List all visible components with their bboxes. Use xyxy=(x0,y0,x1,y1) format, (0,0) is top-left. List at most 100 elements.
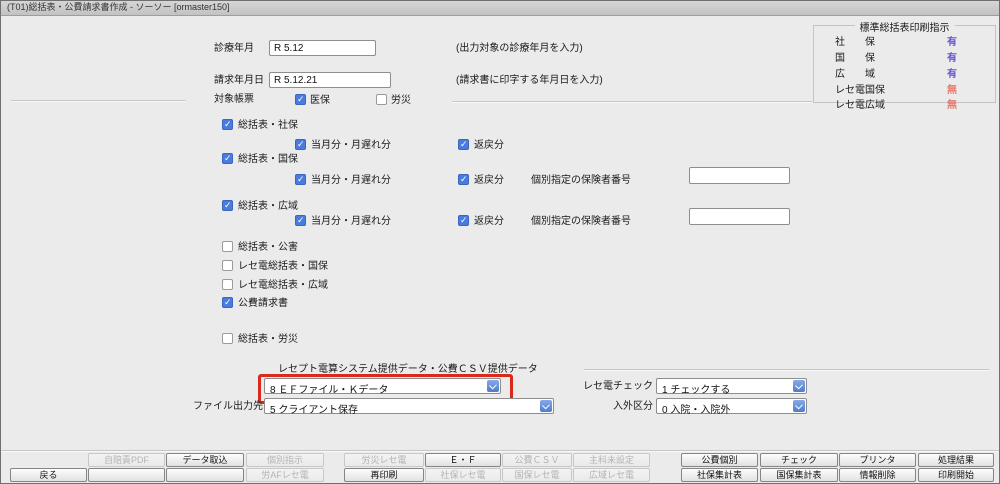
blank-button-1[interactable] xyxy=(88,468,165,482)
receden-check-select[interactable]: 1 チェックする xyxy=(656,378,807,396)
standard-print-directive-box: 標準総括表印刷指示 社 保 有 国 保 有 広 域 有 レセ電国保 無 レセ電広… xyxy=(813,19,996,111)
iho-checkbox-label: 医保 xyxy=(310,95,330,106)
kokuho-return-label: 返戻分 xyxy=(474,175,504,186)
summary-shaho-checkbox[interactable] xyxy=(222,119,233,130)
chevron-down-icon[interactable] xyxy=(793,400,805,412)
rosai-receden-button: 労災レセ電 xyxy=(344,453,424,467)
auto-liability-pdf-button: 自賠責PDF xyxy=(88,453,165,467)
separator-line xyxy=(11,100,186,101)
separator-line xyxy=(452,101,812,102)
summary-kokuho-checkbox[interactable] xyxy=(222,153,233,164)
check-button[interactable]: チェック xyxy=(760,453,838,467)
directive-value-receden-kouiki: 無 xyxy=(947,100,957,111)
info-delete-button[interactable]: 情報削除 xyxy=(839,468,916,482)
directive-label-kokuho: 国 保 xyxy=(835,53,875,64)
chevron-down-icon[interactable] xyxy=(487,380,499,392)
kouiki-monthly-checkbox[interactable] xyxy=(295,215,306,226)
chevron-down-icon[interactable] xyxy=(793,380,805,392)
kouiki-insurer-number-label: 個別指定の保険者番号 xyxy=(531,216,631,227)
kokuho-receden-button: 国保レセ電 xyxy=(502,468,572,482)
summary-kogai-label: 総括表・公害 xyxy=(238,242,298,253)
shaho-summary-table-button[interactable]: 社保集計表 xyxy=(681,468,758,482)
target-forms-label: 対象帳票 xyxy=(214,94,254,105)
kouiki-receden-button: 広域レセ電 xyxy=(573,468,650,482)
kohi-csv-button: 公費ＣＳＶ xyxy=(502,453,572,467)
separator-line xyxy=(1,450,999,451)
data-import-button[interactable]: データ取込 xyxy=(166,453,244,467)
provide-data-select[interactable]: 8 ＥＦファイル・Ｋデータ xyxy=(264,378,501,396)
directive-label-receden-kouiki: レセ電広域 xyxy=(835,100,885,111)
process-result-button[interactable]: 処理結果 xyxy=(918,453,994,467)
summary-kouiki-checkbox[interactable] xyxy=(222,200,233,211)
iho-checkbox[interactable] xyxy=(295,94,306,105)
kokuho-insurer-number-input[interactable] xyxy=(689,167,790,184)
kokuho-summary-table-button[interactable]: 国保集計表 xyxy=(760,468,838,482)
shaho-return-label: 返戻分 xyxy=(474,140,504,151)
output-destination-label: ファイル出力先 xyxy=(193,401,263,412)
kouiki-monthly-label: 当月分・月遅れ分 xyxy=(311,216,391,227)
treatment-month-input[interactable] xyxy=(269,40,376,56)
inout-division-label: 入外区分 xyxy=(613,401,653,412)
directive-label-kouiki: 広 域 xyxy=(835,69,875,80)
receden-summary-kokuho-checkbox[interactable] xyxy=(222,260,233,271)
directive-label-receden-kokuho: レセ電国保 xyxy=(835,85,885,96)
summary-kokuho-label: 総括表・国保 xyxy=(238,154,298,165)
treatment-month-hint: (出力対象の診療年月を入力) xyxy=(456,43,583,54)
shaho-receden-button: 社保レセ電 xyxy=(425,468,501,482)
output-destination-select[interactable]: 5 クライアント保存 xyxy=(264,398,554,416)
ef-button[interactable]: Ｅ・Ｆ xyxy=(425,453,501,467)
kohi-invoice-label: 公費請求書 xyxy=(238,298,288,309)
provide-data-value: 8 ＥＦファイル・Ｋデータ xyxy=(270,385,389,396)
receden-summary-kouiki-label: レセ電総括表・広域 xyxy=(238,280,328,291)
print-directive-legend: 標準総括表印刷指示 xyxy=(854,19,955,34)
summary-rosai-checkbox[interactable] xyxy=(222,333,233,344)
kokuho-return-checkbox[interactable] xyxy=(458,174,469,185)
directive-value-kokuho: 有 xyxy=(947,53,957,64)
kokuho-monthly-checkbox[interactable] xyxy=(295,174,306,185)
inout-division-value: 0 入院・入院外 xyxy=(662,405,731,416)
window-title-bar: (T01)総括表・公費請求書作成 - ソーソー [ormaster150] xyxy=(1,1,999,16)
directive-label-shaho: 社 保 xyxy=(835,37,875,48)
rosai-af-receden-button: 労AFレセ電 xyxy=(246,468,324,482)
summary-kogai-checkbox[interactable] xyxy=(222,241,233,252)
billing-date-label: 請求年月日 xyxy=(214,75,264,86)
kokuho-monthly-label: 当月分・月遅れ分 xyxy=(311,175,391,186)
printer-button[interactable]: プリンタ xyxy=(839,453,916,467)
print-start-button[interactable]: 印刷開始 xyxy=(918,468,994,482)
back-button[interactable]: 戻る xyxy=(10,468,87,482)
kouiki-return-label: 返戻分 xyxy=(474,216,504,227)
summary-shaho-label: 総括表・社保 xyxy=(238,120,298,131)
chevron-down-icon[interactable] xyxy=(540,400,552,412)
kouiki-return-checkbox[interactable] xyxy=(458,215,469,226)
kouiki-insurer-number-input[interactable] xyxy=(689,208,790,225)
receden-summary-kokuho-label: レセ電総括表・国保 xyxy=(238,261,328,272)
billing-date-input[interactable] xyxy=(269,72,391,88)
billing-date-hint: (請求書に印字する年月日を入力) xyxy=(456,75,603,86)
shaho-monthly-checkbox[interactable] xyxy=(295,139,306,150)
receden-check-label: レセ電チェック xyxy=(583,381,653,392)
receden-check-value: 1 チェックする xyxy=(662,385,731,396)
receden-summary-kouiki-checkbox[interactable] xyxy=(222,279,233,290)
rosai-checkbox-label: 労災 xyxy=(391,95,411,106)
kokuho-insurer-number-label: 個別指定の保険者番号 xyxy=(531,175,631,186)
csv-group-label: レセプト電算システム提供データ・公費ＣＳＶ提供データ xyxy=(278,364,538,375)
kohi-invoice-checkbox[interactable] xyxy=(222,297,233,308)
directive-value-shaho: 有 xyxy=(947,37,957,48)
main-dept-unset-button: 主科未設定 xyxy=(573,453,650,467)
window-title: (T01)総括表・公費請求書作成 - ソーソー [ormaster150] xyxy=(7,2,230,12)
reprint-button[interactable]: 再印刷 xyxy=(344,468,424,482)
separator-line xyxy=(584,369,989,370)
summary-kouiki-label: 総括表・広域 xyxy=(238,201,298,212)
shaho-monthly-label: 当月分・月遅れ分 xyxy=(311,140,391,151)
shaho-return-checkbox[interactable] xyxy=(458,139,469,150)
rosai-checkbox[interactable] xyxy=(376,94,387,105)
output-destination-value: 5 クライアント保存 xyxy=(270,405,358,416)
directive-value-kouiki: 有 xyxy=(947,69,957,80)
individual-instruction-button: 個別指示 xyxy=(246,453,324,467)
treatment-month-label: 診療年月 xyxy=(214,43,254,54)
summary-rosai-label: 総括表・労災 xyxy=(238,334,298,345)
blank-button-2[interactable] xyxy=(166,468,244,482)
directive-value-receden-kokuho: 無 xyxy=(947,85,957,96)
kohi-individual-button[interactable]: 公費個別 xyxy=(681,453,758,467)
inout-division-select[interactable]: 0 入院・入院外 xyxy=(656,398,807,416)
